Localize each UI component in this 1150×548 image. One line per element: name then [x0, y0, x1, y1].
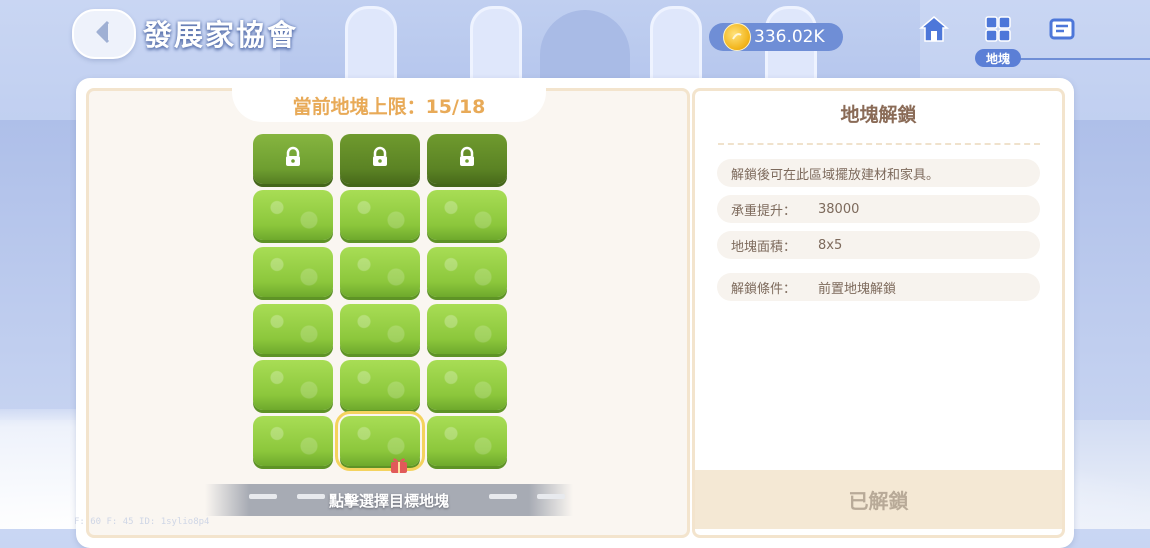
info-value: 38000	[818, 201, 860, 217]
background-balcony-left	[0, 120, 80, 420]
home-icon[interactable]	[917, 12, 951, 46]
background-balcony-right	[1070, 120, 1150, 420]
page-title: 發展家協會	[143, 18, 299, 52]
lock-icon	[369, 146, 391, 172]
info-row-area: 地塊面積： 8x5	[717, 231, 1040, 259]
coin-balance: 336.02K	[709, 23, 843, 51]
coin-amount: 336.02K	[754, 27, 825, 47]
clipboard-icon[interactable]	[1045, 12, 1079, 46]
plot-tile[interactable]	[340, 190, 420, 240]
plot-tile[interactable]	[253, 190, 333, 240]
chevron-left-icon	[93, 19, 115, 49]
tab-plots-label[interactable]: 地塊	[975, 49, 1021, 67]
info-value: 8x5	[818, 237, 843, 253]
background-window	[470, 6, 522, 84]
grid-icon[interactable]	[981, 12, 1015, 46]
info-value: 前置地塊解鎖	[818, 281, 897, 297]
plot-tile[interactable]	[427, 360, 507, 410]
unlocked-status-button[interactable]: 已解鎖	[695, 470, 1062, 529]
locked-plot[interactable]	[253, 134, 333, 184]
select-plot-hint: 點擊選擇目標地塊	[328, 491, 449, 510]
locked-plot[interactable]	[427, 134, 507, 184]
lock-icon	[456, 146, 478, 172]
info-label: 地塊面積：	[731, 239, 797, 255]
description-text: 解鎖後可在此區域擺放建材和家具。	[731, 167, 940, 183]
coin-icon	[723, 23, 751, 51]
info-row-condition: 解鎖條件： 前置地塊解鎖	[717, 273, 1040, 301]
info-label: 承重提升：	[731, 203, 797, 219]
background-window	[345, 6, 397, 84]
nav-underline	[1010, 58, 1150, 60]
plot-tile[interactable]	[427, 247, 507, 297]
plot-tile[interactable]	[427, 416, 507, 466]
divider	[718, 143, 1040, 145]
locked-plot[interactable]	[340, 134, 420, 184]
info-row-load: 承重提升： 38000	[717, 195, 1040, 223]
plot-tile[interactable]	[253, 247, 333, 297]
info-label: 解鎖條件：	[731, 281, 797, 297]
plot-tile[interactable]	[427, 190, 507, 240]
debug-overlay: F: 60 F: 45 ID: 1sylio8p4	[74, 517, 210, 527]
plot-tile[interactable]	[253, 416, 333, 466]
plot-limit-banner: 當前地塊上限：15/18	[232, 88, 546, 122]
lock-icon	[282, 146, 304, 172]
plot-tile[interactable]	[340, 247, 420, 297]
back-button[interactable]	[72, 9, 136, 59]
background-window	[650, 6, 702, 84]
plot-tile[interactable]	[340, 360, 420, 410]
gift-icon	[389, 456, 409, 474]
info-title: 地塊解鎖	[840, 104, 917, 126]
plot-tile[interactable]	[253, 360, 333, 410]
plot-tile[interactable]	[253, 304, 333, 354]
info-description: 解鎖後可在此區域擺放建材和家具。	[717, 159, 1040, 187]
plot-tile[interactable]	[340, 304, 420, 354]
plot-tile[interactable]	[427, 304, 507, 354]
